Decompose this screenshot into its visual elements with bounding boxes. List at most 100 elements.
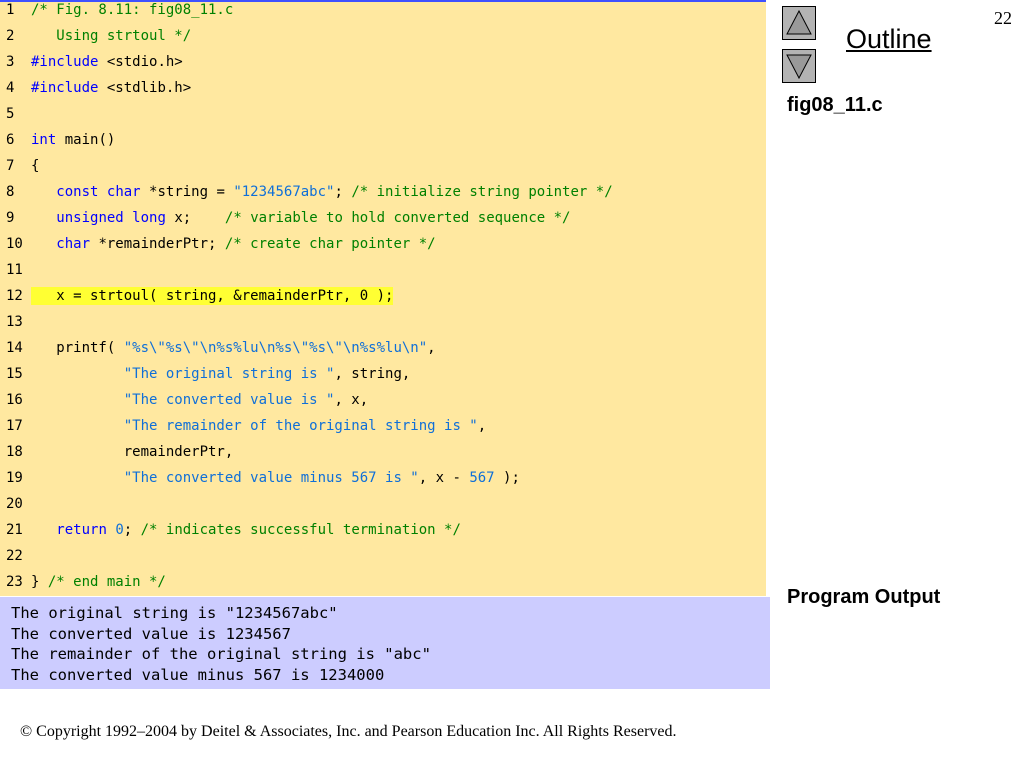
line-number: 16 [6,392,23,408]
code-line: 22 [0,547,766,573]
code-token-plain: <stdlib.h> [98,80,192,96]
code-line: 23} /* end main */ [0,573,766,599]
triangle-down-icon [786,54,812,80]
code-line: 7{ [0,157,766,183]
previous-slide-button[interactable] [782,6,816,40]
code-token-plain: x; [165,210,225,226]
code-text: "The original string is ", string, [31,365,411,383]
code-line: 6 int main() [0,131,766,157]
page-number: 22 [994,8,1012,28]
output-line: The converted value is 1234567 [11,624,291,643]
code-token-plain: main() [56,132,116,148]
code-token-string: "The converted value is " [123,392,335,408]
code-token-plain: ; [334,184,352,200]
output-line: The remainder of the original string is … [11,645,431,663]
line-number: 14 [6,340,23,356]
code-line: 5 [0,105,766,131]
code-listing: 1 /* Fig. 8.11: fig08_11.c 2 Using strtoul… [0,0,766,596]
code-token-comment: /* create char pointer */ [224,236,436,252]
triangle-up-icon [786,9,812,35]
line-number: 8 [6,184,15,200]
line-number: 3 [6,54,15,70]
line-number: 4 [6,80,15,96]
code-token-plain: , string, [334,366,411,382]
line-number: 15 [6,366,23,382]
line-number: 23 [6,574,23,590]
code-line: 15 "The original string is ", string, [0,365,766,391]
code-token-keyword: #include [31,80,99,96]
code-text: printf( "%s\"%s\"\n%s%lu\n%s\"%s\"\n%s%l… [31,339,436,357]
output-line: The converted value minus 567 is 1234000 [11,665,385,684]
code-line: 18 remainderPtr, [0,443,766,469]
line-number: 5 [6,106,15,122]
code-text: "The converted value is ", x, [31,391,368,409]
line-number: 17 [6,418,23,434]
code-text: remainderPtr, [31,443,234,461]
next-slide-button[interactable] [782,49,816,83]
outline-link[interactable]: Outline [846,24,932,55]
line-number: 2 [6,28,15,44]
code-token-comment: /* end main */ [47,574,166,590]
code-token-number: 567 [469,470,495,486]
code-text: /* Fig. 8.11: fig08_11.c [31,1,233,19]
code-line: 1 /* Fig. 8.11: fig08_11.c [0,1,766,27]
code-line: 11 [0,261,766,287]
code-token-plain: ; [123,522,141,538]
code-line: 3 #include <stdio.h> [0,53,766,79]
code-line: 13 [0,313,766,339]
line-number: 9 [6,210,15,226]
code-text: #include <stdio.h> [31,53,183,71]
code-token-plain: } [31,574,48,590]
code-text: #include <stdlib.h> [31,79,191,97]
code-text: "The converted value minus 567 is ", x -… [31,469,520,487]
line-number: 11 [6,262,23,278]
code-text: Using strtoul */ [31,27,191,45]
code-line: 14 printf( "%s\"%s\"\n%s%lu\n%s\"%s\"\n%… [0,339,766,365]
code-line: 16 "The converted value is ", x, [0,391,766,417]
code-text: unsigned long x; /* variable to hold con… [31,209,570,227]
code-text: { [31,157,39,175]
highlighted-code-text: x = strtoul( string, &remainderPtr, 0 ); [31,287,394,305]
code-line: 19 "The converted value minus 567 is ", … [0,469,766,495]
code-line: 20 [0,495,766,521]
code-line: 17 "The remainder of the original string… [0,417,766,443]
line-number: 21 [6,522,23,538]
line-number: 7 [6,158,15,174]
program-output-label: Program Output [787,586,941,608]
line-number: 12 [6,288,23,304]
code-token-plain: *remainderPtr; [90,236,225,252]
code-token-keyword: #include [31,54,99,70]
code-line: 10 char *remainderPtr; /* create char po… [0,235,766,261]
line-number: 10 [6,236,23,252]
output-line: The original string is "1234567abc" [11,604,338,622]
line-number: 19 [6,470,23,486]
code-line: 21 return 0; /* indicates successful ter… [0,521,766,547]
copyright-notice: © Copyright 1992–2004 by Deitel & Associ… [20,723,677,740]
code-token-number: 0 [115,522,124,538]
code-line: 8 const char *string = "1234567abc"; /* … [0,183,766,209]
code-token-keyword: int [31,132,57,148]
code-text: char *remainderPtr; /* create char point… [31,235,436,253]
code-token-keyword: char [56,236,91,252]
code-token-keyword: const [56,184,99,200]
line-number: 1 [6,2,15,18]
code-token-plain: *string = [140,184,234,200]
code-token-keyword: long [132,210,166,226]
line-number: 18 [6,444,23,460]
code-line: 2 Using strtoul */ [0,27,766,53]
code-token-comment: /* initialize string pointer */ [351,184,613,200]
code-token-plain: , [427,340,436,356]
code-token-keyword: return [56,522,107,538]
code-token-comment: /* variable to hold converted sequence *… [224,210,571,226]
code-token-plain: , [477,418,487,434]
code-token-plain: <stdio.h> [98,54,183,70]
line-number: 20 [6,496,23,512]
code-line: 9 unsigned long x; /* variable to hold c… [0,209,766,235]
